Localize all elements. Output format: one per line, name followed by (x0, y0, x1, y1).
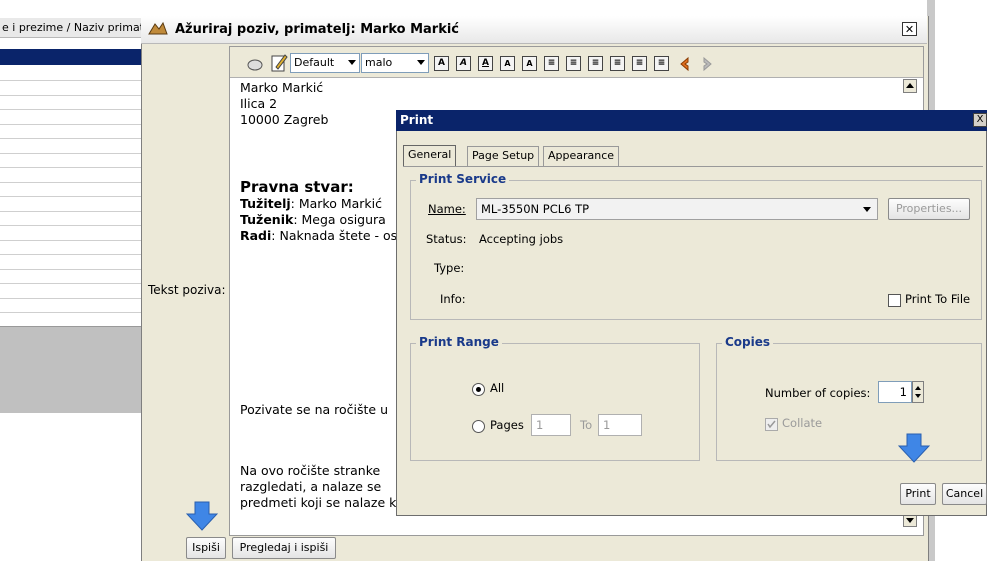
table-row[interactable] (0, 240, 150, 255)
info-label: Info: (440, 292, 466, 306)
down-arrow-icon (898, 433, 930, 463)
copies-spinner[interactable] (912, 381, 924, 403)
pages-from-input[interactable]: 1 (531, 414, 571, 436)
print-range-group (410, 343, 700, 461)
indent-button[interactable]: ≡ (632, 56, 647, 71)
status-value: Accepting jobs (479, 232, 564, 246)
all-pages-radio[interactable] (472, 383, 485, 396)
outdent-button[interactable]: ≡ (654, 56, 669, 71)
bold-button[interactable]: A (434, 56, 449, 71)
down-arrow-icon (186, 501, 218, 531)
table-row[interactable] (0, 298, 150, 313)
align-right-button[interactable]: ≡ (588, 56, 603, 71)
table-row[interactable] (0, 81, 150, 96)
table-row[interactable] (0, 124, 150, 139)
spinner-arrows-icon (915, 386, 921, 398)
style-select-value: Default (294, 56, 335, 69)
underline-button[interactable]: A (478, 56, 493, 71)
pages-radio[interactable] (472, 420, 485, 433)
table-row[interactable] (0, 139, 150, 154)
number-of-copies-label: Number of copies: (765, 386, 871, 400)
all-pages-label: All (490, 381, 505, 395)
tab-appearance[interactable]: Appearance (543, 146, 620, 166)
properties-button[interactable]: Properties... (888, 198, 970, 220)
collate-checkbox[interactable] (765, 418, 778, 431)
party-value: : Naknada štete - os (271, 228, 398, 243)
print-to-file-label: Print To File (905, 292, 971, 306)
scroll-up-button[interactable] (903, 79, 917, 93)
checkmark-icon (767, 420, 776, 429)
dialog-app-icon (148, 21, 168, 35)
tab-general[interactable]: General (403, 145, 457, 166)
printer-select[interactable]: ML-3550N PCL6 TP (476, 198, 878, 220)
size-select[interactable]: malo (361, 53, 429, 73)
party-label: Radi (240, 228, 272, 243)
redo-icon[interactable] (698, 55, 716, 73)
print-summons-button[interactable]: Ispiši (186, 537, 226, 559)
selected-table-row[interactable] (0, 49, 150, 65)
background-panel (0, 326, 150, 413)
size-select-value: malo (365, 56, 393, 69)
chevron-down-icon (417, 60, 425, 65)
address-line: Marko Markić (240, 80, 324, 95)
chevron-down-icon (348, 60, 356, 65)
table-row[interactable] (0, 284, 150, 299)
pages-label: Pages (490, 418, 524, 432)
copies-group (716, 343, 982, 461)
table-header-name[interactable]: e i prezime / Naziv primat (0, 18, 150, 38)
print-button[interactable]: Print (900, 483, 936, 505)
chevron-down-icon (863, 207, 871, 212)
print-service-title: Print Service (416, 172, 510, 186)
table-row[interactable] (0, 182, 150, 197)
dialog-title: Ažuriraj poziv, primatelj: Marko Markić (175, 22, 460, 37)
table-row[interactable] (0, 110, 150, 125)
dialog-close-button[interactable]: ✕ (902, 22, 917, 36)
print-to-file-checkbox[interactable] (888, 294, 901, 307)
subscript-button[interactable]: A (522, 56, 537, 71)
eraser-icon[interactable] (246, 56, 264, 72)
pages-to-input[interactable]: 1 (598, 414, 642, 436)
table-row[interactable] (0, 168, 150, 183)
copies-title: Copies (722, 335, 774, 349)
radio-selected-dot (476, 387, 481, 392)
table-row[interactable] (0, 211, 150, 226)
party-value: : Mega osigura (293, 212, 386, 227)
status-label: Status: (426, 232, 467, 246)
triangle-up-icon (906, 83, 914, 88)
table-row[interactable] (0, 95, 150, 110)
table-row[interactable] (0, 255, 150, 270)
table-row[interactable] (0, 197, 150, 212)
summons-text-label: Tekst poziva: * (148, 283, 236, 297)
undo-icon[interactable] (676, 55, 694, 73)
table-row[interactable] (0, 269, 150, 284)
table-row[interactable] (0, 153, 150, 168)
collate-label: Collate (782, 416, 823, 430)
edit-note-icon[interactable] (270, 53, 288, 73)
party-value: : Marko Markić (290, 196, 382, 211)
tab-divider (403, 166, 983, 167)
printer-name-label: Name: (428, 202, 466, 216)
table-row[interactable] (0, 66, 150, 81)
print-dialog-title: Print (396, 110, 987, 131)
table-row[interactable] (0, 226, 150, 241)
align-center-button[interactable]: ≡ (566, 56, 581, 71)
italic-button[interactable]: A (456, 56, 471, 71)
party-label: Tuženik (240, 212, 294, 227)
superscript-button[interactable]: A (500, 56, 515, 71)
printer-select-value: ML-3550N PCL6 TP (481, 202, 590, 216)
type-label: Type: (434, 261, 465, 275)
cancel-button[interactable]: Cancel (942, 483, 987, 505)
copies-input[interactable]: 1 (878, 381, 912, 403)
print-close-button[interactable]: X (973, 113, 987, 127)
party-label: Tužitelj (240, 196, 291, 211)
print-range-title: Print Range (416, 335, 502, 349)
style-select[interactable]: Default (290, 53, 360, 73)
align-left-button[interactable]: ≡ (544, 56, 559, 71)
justify-button[interactable]: ≡ (610, 56, 625, 71)
tab-page-setup[interactable]: Page Setup (467, 146, 540, 166)
preview-and-print-button[interactable]: Pregledaj i ispiši (232, 537, 336, 559)
pages-to-label: To (580, 418, 593, 432)
